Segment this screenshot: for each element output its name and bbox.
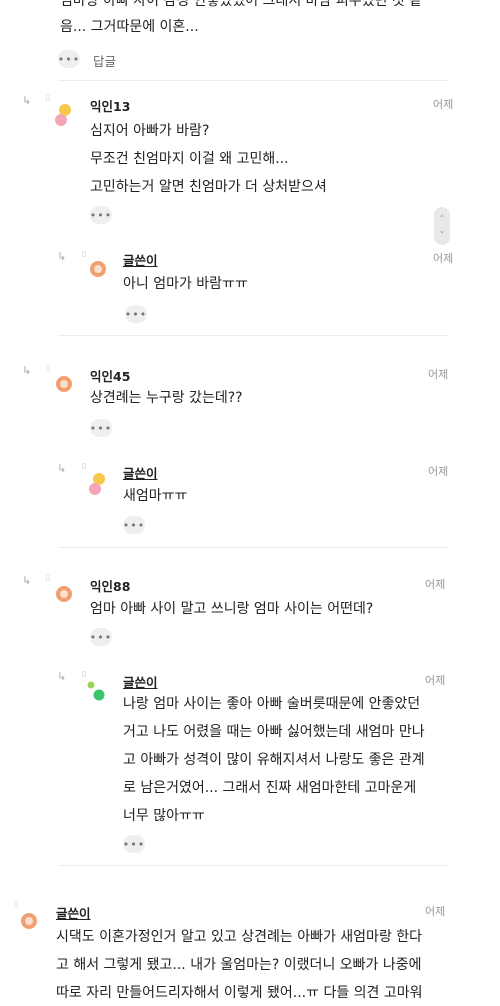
comment-author[interactable]: 글쓴이	[123, 250, 158, 269]
reply-arrow-icon: ↳	[57, 250, 67, 263]
comment-time: 어제	[428, 368, 449, 381]
divider	[58, 547, 448, 548]
top-comment-line-1: 엄마랑 아빠 사이 감정 안좋았었어 그래서 바람 피우셨던 것 같	[60, 0, 423, 9]
comment-line-3: 따로 자리 만들어드리자해서 이렇게 됐어...ㅠ 다들 의견 고마워	[56, 985, 423, 1001]
comment-line-1: 나랑 엄마 사이는 좋아 아빠 술버릇때문에 안좋았던	[123, 696, 421, 712]
comment-line-2: 거고 나도 어렸을 때는 아빠 싫어했는데 새엄마 만나	[123, 724, 425, 740]
more-options-button[interactable]: •••	[58, 50, 80, 68]
pin-icon: ▯	[82, 670, 86, 678]
comment-line-1: 새엄마ㅠㅠ	[123, 488, 188, 504]
top-comment-line-2: 음... 그거따문에 이혼...	[60, 19, 199, 35]
comment-author[interactable]: 익인88	[90, 576, 130, 595]
comment-time: 어제	[425, 674, 446, 687]
comment-author[interactable]: 익인45	[90, 366, 130, 385]
comment-line-1: 엄마 아빠 사이 말고 쓰니랑 엄마 사이는 어떤데?	[90, 601, 374, 617]
avatar	[87, 681, 105, 701]
pin-icon: ▯	[46, 574, 50, 582]
scroll-chevrons-icon: ⌃ ⌄	[438, 214, 446, 235]
pin-icon: ▯	[82, 250, 86, 258]
avatar	[55, 104, 71, 126]
scrollbar-thumb[interactable]: ⌃ ⌄	[434, 207, 450, 245]
comment-time: 어제	[433, 98, 454, 111]
comment-time: 어제	[425, 905, 446, 918]
more-options-button[interactable]: •••	[90, 419, 112, 437]
more-options-button[interactable]: •••	[123, 835, 145, 853]
more-options-button[interactable]: •••	[123, 516, 145, 534]
comment-line-1: 시댁도 이혼가정인거 알고 있고 상견례는 아빠가 새엄마랑 한다	[56, 929, 423, 945]
reply-arrow-icon: ↳	[22, 94, 32, 107]
more-options-button[interactable]: •••	[125, 305, 147, 323]
reply-arrow-icon: ↳	[22, 364, 32, 377]
pin-icon: ▯	[14, 900, 18, 908]
divider	[58, 80, 448, 81]
comment-author[interactable]: 글쓴이	[123, 672, 158, 691]
divider	[58, 865, 448, 866]
comment-line-4: 로 남은거였어... 그래서 진짜 새엄마한테 고마운게	[123, 780, 417, 796]
comment-line-3: 고민하는거 알면 친엄마가 더 상처받으셔	[90, 179, 327, 195]
more-options-button[interactable]: •••	[90, 206, 112, 224]
avatar	[89, 473, 105, 495]
comment-time: 어제	[428, 465, 449, 478]
avatar	[56, 376, 72, 392]
comment-time: 어제	[433, 252, 454, 265]
reply-button[interactable]: 답글	[93, 51, 116, 70]
pin-icon: ▯	[46, 94, 50, 102]
pin-icon: ▯	[82, 462, 86, 470]
comment-line-2: 무조건 친엄마지 이걸 왜 고민해...	[90, 151, 289, 167]
avatar	[21, 913, 37, 929]
comment-author[interactable]: 글쓴이	[123, 463, 158, 482]
reply-arrow-icon: ↳	[22, 574, 32, 587]
comment-line-1: 심지어 아빠가 바람?	[90, 123, 210, 139]
comment-line-2: 고 해서 그렇게 됐고... 내가 울엄마는? 이랬더니 오빠가 나중에	[56, 957, 422, 973]
reply-arrow-icon: ↳	[57, 670, 67, 683]
reply-arrow-icon: ↳	[57, 462, 67, 475]
avatar	[56, 586, 72, 602]
pin-icon: ▯	[46, 364, 50, 372]
avatar	[90, 261, 106, 277]
comment-line-1: 아니 엄마가 바람ㅠㅠ	[123, 276, 248, 292]
comment-line-3: 고 아빠가 성격이 많이 유해지셔서 나랑도 좋은 관계	[123, 752, 425, 768]
more-options-button[interactable]: •••	[90, 628, 112, 646]
comment-time: 어제	[425, 578, 446, 591]
comment-author[interactable]: 익인13	[90, 96, 130, 115]
comment-line-1: 상견례는 누구랑 갔는데??	[90, 390, 243, 406]
divider	[58, 335, 448, 336]
comment-line-5: 너무 많아ㅠㅠ	[123, 808, 205, 824]
comment-author[interactable]: 글쓴이	[56, 903, 91, 922]
